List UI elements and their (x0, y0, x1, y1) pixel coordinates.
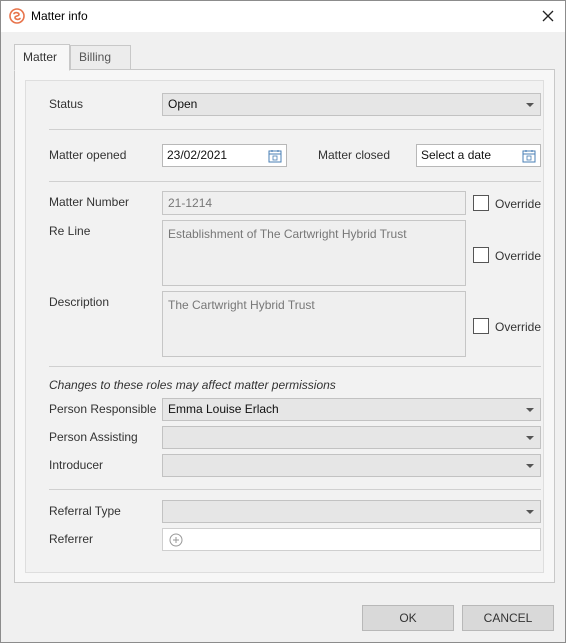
matter-opened-label: Matter opened (49, 148, 127, 162)
calendar-icon[interactable] (522, 149, 536, 163)
matter-closed-placeholder: Select a date (421, 148, 492, 162)
introducer-select[interactable] (162, 454, 541, 477)
matter-tab-panel: Status Open Matter opened 23/02/2021 Mat… (14, 69, 555, 583)
add-circle-icon[interactable] (169, 533, 183, 547)
matter-info-dialog: Matter info Matter Billing Status Open M… (0, 0, 566, 643)
re-line-override-checkbox[interactable] (473, 247, 489, 263)
person-responsible-label: Person Responsible (49, 402, 157, 416)
divider (49, 181, 541, 182)
matter-form: Status Open Matter opened 23/02/2021 Mat… (25, 80, 544, 573)
divider (49, 489, 541, 490)
matter-closed-date-field[interactable]: Select a date (416, 144, 541, 167)
tab-billing[interactable]: Billing (70, 45, 131, 70)
cancel-button[interactable]: CANCEL (462, 605, 554, 631)
referrer-label: Referrer (49, 532, 94, 546)
matter-number-value: 21-1214 (168, 196, 213, 210)
calendar-icon[interactable] (268, 149, 282, 163)
person-responsible-value: Emma Louise Erlach (168, 402, 279, 416)
chevron-down-icon (526, 436, 534, 440)
status-value: Open (168, 97, 198, 111)
referrer-field[interactable] (162, 528, 541, 551)
chevron-down-icon (526, 103, 534, 107)
app-logo-icon (9, 8, 25, 24)
matter-opened-value: 23/02/2021 (167, 148, 228, 162)
re-line-label: Re Line (49, 224, 91, 238)
person-assisting-label: Person Assisting (49, 430, 138, 444)
matter-number-field[interactable]: 21-1214 (162, 191, 466, 215)
re-line-field[interactable]: Establishment of The Cartwright Hybrid T… (162, 220, 466, 286)
description-label: Description (49, 295, 110, 309)
referral-type-label: Referral Type (49, 504, 121, 518)
person-responsible-select[interactable]: Emma Louise Erlach (162, 398, 541, 421)
referral-type-select[interactable] (162, 500, 541, 523)
description-value: The Cartwright Hybrid Trust (168, 298, 315, 312)
ok-button[interactable]: OK (362, 605, 454, 631)
divider (49, 366, 541, 367)
status-select[interactable]: Open (162, 93, 541, 116)
description-field[interactable]: The Cartwright Hybrid Trust (162, 291, 466, 357)
title-bar: Matter info (1, 1, 565, 32)
tab-matter[interactable]: Matter (14, 44, 70, 71)
description-override-label: Override (495, 320, 542, 334)
matter-number-override-label: Override (495, 197, 542, 211)
re-line-value: Establishment of The Cartwright Hybrid T… (168, 227, 407, 241)
description-override-checkbox[interactable] (473, 318, 489, 334)
close-button[interactable] (537, 5, 559, 27)
roles-permissions-note: Changes to these roles may affect matter… (49, 378, 336, 392)
matter-number-override-checkbox[interactable] (473, 195, 489, 211)
person-assisting-select[interactable] (162, 426, 541, 449)
matter-closed-label: Matter closed (318, 148, 391, 162)
introducer-label: Introducer (49, 458, 104, 472)
chevron-down-icon (526, 408, 534, 412)
chevron-down-icon (526, 464, 534, 468)
divider (49, 129, 541, 130)
matter-number-label: Matter Number (49, 195, 130, 209)
chevron-down-icon (526, 510, 534, 514)
matter-opened-date-field[interactable]: 23/02/2021 (162, 144, 287, 167)
re-line-override-label: Override (495, 249, 542, 263)
status-label: Status (49, 97, 84, 111)
window-title: Matter info (31, 9, 88, 23)
close-icon (542, 10, 554, 22)
